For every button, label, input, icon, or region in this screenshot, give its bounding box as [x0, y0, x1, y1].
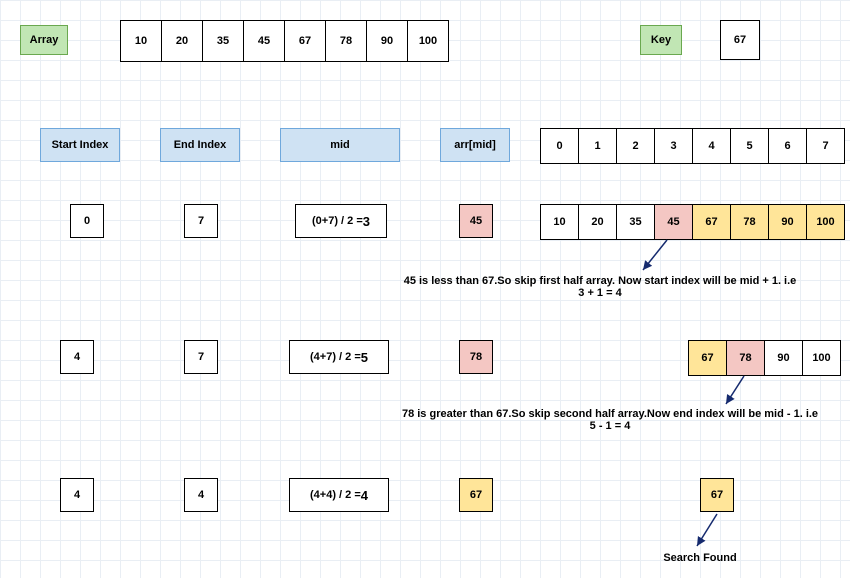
index-cell: 3	[655, 128, 693, 164]
step3-array-single: 67	[700, 478, 734, 512]
step1-arrmid: 45	[459, 204, 493, 238]
array-cell: 10	[120, 20, 162, 62]
array-cell: 78	[326, 20, 367, 62]
index-cell: 1	[579, 128, 617, 164]
step2-note-l2: 5 - 1 = 4	[400, 420, 820, 432]
step3-start: 4	[60, 478, 94, 512]
col-end-index: End Index	[160, 128, 240, 162]
index-cell: 7	[807, 128, 845, 164]
index-cell: 0	[540, 128, 579, 164]
step1-cell: 20	[579, 204, 617, 240]
array-cell: 45	[244, 20, 285, 62]
array-cell: 67	[285, 20, 326, 62]
step3-arrmid: 67	[459, 478, 493, 512]
step1-note-l2: 3 + 1 = 4	[380, 287, 820, 299]
key-value: 67	[720, 20, 760, 60]
step1-mid-expr: (0+7) / 2 =	[312, 215, 363, 227]
array-label: Array	[20, 25, 68, 55]
step2-cell: 100	[803, 340, 841, 376]
step1-cell-mid: 45	[655, 204, 693, 240]
step2-mid-bold: 5	[361, 350, 368, 365]
index-cell: 6	[769, 128, 807, 164]
col-mid: mid	[280, 128, 400, 162]
step1-cell-right: 67	[693, 204, 731, 240]
step2-note: 78 is greater than 67.So skip second hal…	[400, 408, 820, 432]
step1-mid-bold: 3	[363, 214, 370, 229]
step1-end: 7	[184, 204, 218, 238]
step2-cell: 90	[765, 340, 803, 376]
step3-mid: (4+4) / 2 = 4	[289, 478, 389, 512]
step2-start: 4	[60, 340, 94, 374]
array-cell: 20	[162, 20, 203, 62]
step1-cell-right: 90	[769, 204, 807, 240]
step3-mid-expr: (4+4) / 2 =	[310, 489, 361, 501]
index-cell: 2	[617, 128, 655, 164]
step2-cell-left: 67	[688, 340, 727, 376]
key-label: Key	[640, 25, 682, 55]
step1-note: 45 is less than 67.So skip first half ar…	[380, 275, 820, 299]
step3-mid-bold: 4	[361, 488, 368, 503]
index-cell: 4	[693, 128, 731, 164]
step1-mid: (0+7) / 2 = 3	[295, 204, 387, 238]
array-cell: 100	[408, 20, 449, 62]
array-values-row: 10 20 35 45 67 78 90 100	[120, 20, 449, 62]
step1-start: 0	[70, 204, 104, 238]
step1-cell-right: 78	[731, 204, 769, 240]
index-header-row: 0 1 2 3 4 5 6 7	[540, 128, 845, 164]
step2-mid: (4+7) / 2 = 5	[289, 340, 389, 374]
col-arr-mid: arr[mid]	[440, 128, 510, 162]
step2-arrmid: 78	[459, 340, 493, 374]
col-start-index: Start Index	[40, 128, 120, 162]
step2-cell-mid: 78	[727, 340, 765, 376]
step2-end: 7	[184, 340, 218, 374]
step1-cell-right: 100	[807, 204, 845, 240]
index-cell: 5	[731, 128, 769, 164]
step2-mid-expr: (4+7) / 2 =	[310, 351, 361, 363]
step2-note-l1: 78 is greater than 67.So skip second hal…	[400, 408, 820, 420]
step2-array-row: 67 78 90 100	[688, 340, 841, 376]
step3-result: Search Found	[630, 552, 770, 564]
array-cell: 90	[367, 20, 408, 62]
step1-cell: 35	[617, 204, 655, 240]
step1-note-l1: 45 is less than 67.So skip first half ar…	[380, 275, 820, 287]
array-cell: 35	[203, 20, 244, 62]
step1-array-row: 10 20 35 45 67 78 90 100	[540, 204, 845, 240]
step1-cell: 10	[540, 204, 579, 240]
step3-end: 4	[184, 478, 218, 512]
